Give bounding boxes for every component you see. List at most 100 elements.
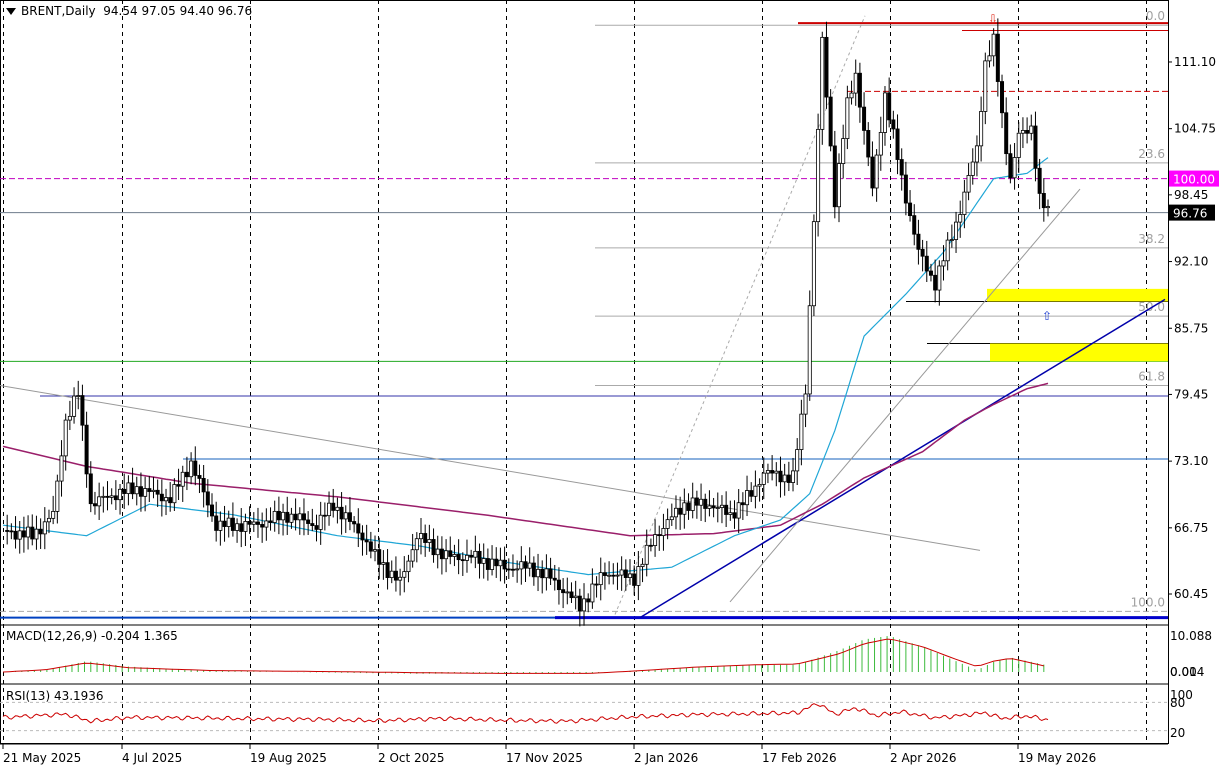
candle-body	[837, 163, 842, 208]
candle-body	[736, 502, 741, 519]
candle-body	[665, 519, 670, 529]
fib-level-label: 23.6	[1138, 147, 1165, 161]
candle-body	[80, 395, 85, 426]
candle-body	[201, 478, 206, 493]
candle-body	[9, 530, 14, 533]
candle-body	[661, 528, 666, 537]
candle-body	[607, 574, 612, 577]
collapse-triangle-icon[interactable]	[6, 8, 16, 15]
candle-body	[1029, 125, 1034, 134]
candle-body	[168, 497, 173, 504]
candle-body	[352, 521, 357, 525]
candle-body	[368, 541, 373, 552]
candle-body	[928, 270, 933, 276]
candle-body	[209, 504, 214, 517]
candle-body	[891, 119, 896, 130]
candle-body	[17, 530, 22, 540]
candle-body	[678, 507, 683, 515]
candle-body	[987, 55, 992, 62]
candle-body	[92, 503, 97, 507]
candle-body	[540, 568, 545, 579]
candle-body	[899, 159, 904, 176]
candle-body	[619, 569, 624, 576]
candle-body	[435, 548, 440, 556]
candle-body	[653, 534, 658, 547]
candle-body	[1012, 157, 1017, 179]
candle-body	[130, 482, 135, 495]
candle-body	[782, 474, 787, 483]
candle-body	[176, 484, 181, 487]
candle-body	[878, 132, 883, 156]
candle-body	[573, 595, 578, 599]
date-tick-label: 19 May 2026	[1018, 751, 1096, 765]
candle-body	[389, 570, 394, 578]
candle-body	[912, 215, 917, 235]
chart-header: BRENT,Daily 94.54 97.05 94.40 96.76	[6, 4, 252, 18]
candle-body	[903, 174, 908, 204]
candle-body	[101, 495, 106, 498]
macd-axis-tick: 10.088	[1170, 629, 1212, 643]
candle-body	[966, 175, 971, 193]
candle-body	[544, 568, 549, 579]
candle-body	[343, 512, 348, 520]
candle-body	[247, 521, 252, 525]
date-tick-label: 4 Jul 2025	[122, 751, 182, 765]
candle-body	[602, 572, 607, 576]
candle-body	[226, 517, 231, 527]
fib-level-label: 0.0	[1146, 9, 1165, 23]
candle-body	[582, 598, 587, 612]
candle-body	[314, 525, 319, 530]
candle-body	[857, 72, 862, 108]
candle-body	[1020, 129, 1025, 134]
candle-body	[853, 72, 858, 94]
trendline-blue	[639, 298, 1166, 619]
candle-body	[611, 574, 616, 577]
candle-body	[498, 559, 503, 567]
candle-body	[251, 521, 256, 525]
price-tick-label: 60.45	[1174, 587, 1208, 601]
candle-body	[310, 523, 315, 526]
candle-body	[473, 550, 478, 558]
candle-body	[126, 482, 131, 494]
candle-body	[862, 106, 867, 131]
candle-body	[97, 496, 102, 507]
current-price-tag-text: 96.76	[1173, 207, 1207, 221]
candle-body	[297, 513, 302, 521]
candle-body	[268, 520, 273, 523]
candle-body	[561, 589, 566, 594]
candle-body	[711, 505, 716, 509]
candle-body	[699, 498, 704, 506]
candle-body	[673, 507, 678, 518]
candle-body	[164, 497, 169, 502]
candle-body	[974, 145, 979, 163]
candle-body	[811, 221, 816, 307]
candle-body	[418, 533, 423, 540]
candle-body	[874, 154, 879, 189]
demand-zone-yellow	[990, 343, 1168, 362]
candle-body	[577, 595, 582, 612]
price-tick-label: 73.10	[1174, 454, 1208, 468]
chart-area[interactable]: 21 May 2025 4 Jul 2025 19 Aug 2025 2 Oct 20…	[0, 0, 1222, 771]
candle-body	[448, 550, 453, 557]
candle-body	[970, 161, 975, 176]
candle-body	[281, 511, 286, 521]
candle-body	[34, 528, 39, 540]
candle-body	[356, 523, 361, 534]
candle-body	[481, 558, 486, 564]
candle-body	[732, 512, 737, 519]
date-tick-label: 2 Apr 2026	[890, 751, 957, 765]
candle-body	[506, 568, 511, 571]
candle-body	[197, 475, 202, 479]
candle-body	[745, 490, 750, 506]
candle-body	[72, 395, 77, 417]
candle-body	[327, 502, 332, 517]
candle-body	[13, 530, 18, 540]
rsi-axis-tick: 80	[1170, 696, 1185, 710]
candle-body	[690, 497, 695, 511]
candle-body	[222, 520, 227, 527]
candle-body	[30, 526, 35, 540]
candle-body	[406, 560, 411, 573]
candle-body	[490, 558, 495, 570]
candle-body	[402, 571, 407, 578]
candle-body	[423, 533, 428, 543]
